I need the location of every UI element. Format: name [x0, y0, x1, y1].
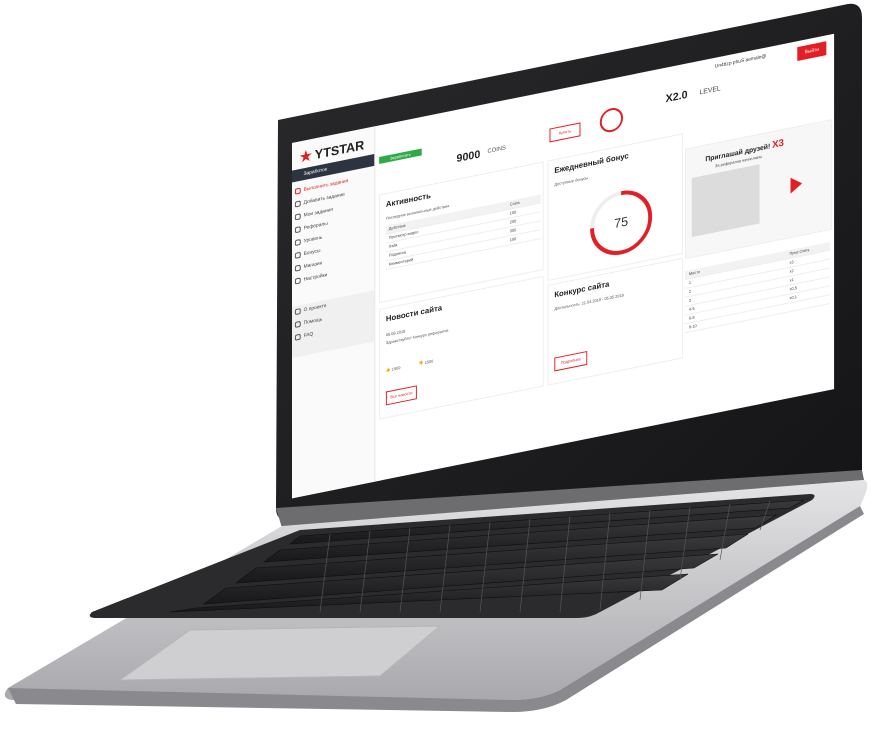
- bonus-title: Ежедневный бонус: [554, 151, 629, 176]
- bonus-subtitle: Доступные бонусы: [554, 175, 589, 187]
- buy-level-button[interactable]: Купить: [549, 122, 581, 143]
- like-icon: 👍: [385, 366, 391, 373]
- sidebar-item-label: Уровень: [303, 234, 323, 245]
- header-action: Действие: [388, 222, 406, 232]
- activity-table: Действие Coins Просмотр видео 100 Лайк 200 …: [385, 194, 541, 271]
- news-title: Новости сайта: [385, 303, 443, 324]
- cell-coins: 300: [509, 227, 517, 234]
- sidebar-item-label: О проекте: [303, 302, 327, 314]
- level-icon: [294, 238, 301, 247]
- logout-button[interactable]: Выйти: [797, 41, 827, 61]
- help-icon: [294, 320, 301, 328]
- dislike-icon: 👎: [418, 360, 424, 367]
- header-place: Место: [688, 269, 701, 277]
- laptop-scene: ★ YTSTAR Заработок Выполнить задания Доб…: [0, 0, 877, 734]
- cell-action: Подписка: [388, 249, 407, 258]
- question-icon: [294, 333, 301, 341]
- sidebar-item-label: Помощь: [303, 316, 323, 327]
- info-icon: [294, 308, 301, 316]
- sidebar-item-label: Настройки: [303, 272, 328, 283]
- user-name[interactable]: Un4ttzp phuS aemaln@: [715, 53, 766, 69]
- bonus-value: 75: [614, 213, 629, 232]
- sidebar-lower: О проекте Помощь FAQ: [292, 290, 375, 359]
- cell-prize: x2: [789, 267, 794, 274]
- promo-screenshot: [691, 164, 760, 238]
- likes-count: 1500: [391, 364, 401, 372]
- sidebar-item-label: Рефералы: [303, 220, 328, 232]
- referral-promo[interactable]: Приглашай друзей! X3 За рефералов начисл…: [685, 119, 833, 260]
- bonus-card: Ежедневный бонус Доступные бонусы 75: [547, 133, 684, 282]
- all-news-button[interactable]: Все новости: [385, 385, 417, 406]
- cell-place: 9-10: [688, 323, 697, 330]
- cell-action: Лайк: [388, 242, 398, 249]
- cell-coins: 100: [509, 236, 517, 243]
- cell-place: 2: [688, 288, 692, 295]
- cell-place: 1: [688, 279, 692, 286]
- cell-place: 6-8: [688, 314, 695, 321]
- tasks-icon: [294, 187, 301, 195]
- contest-table: Место Приз Coins 1 x3 2 x2 3 x1 4-5 x0,5 6-8 x…: [685, 241, 831, 334]
- sidebar-nav: Выполнить задания Добавить задание Мои з…: [292, 170, 374, 289]
- list-icon: [294, 213, 301, 221]
- cell-prize: x1: [789, 276, 794, 283]
- cell-coins: 100: [509, 209, 517, 216]
- gear-icon: [294, 277, 301, 285]
- sidebar-item-label: Бонусы: [303, 247, 321, 258]
- cell-place: 3: [688, 297, 692, 303]
- users-icon: [294, 226, 301, 234]
- play-icon[interactable]: [790, 175, 803, 194]
- cell-place: 4-5: [688, 305, 695, 312]
- activity-title: Активность: [385, 191, 431, 209]
- shop-icon: [294, 264, 301, 272]
- sidebar: ★ YTSTAR Заработок Выполнить задания Доб…: [292, 126, 376, 499]
- promo-multiplier: X3: [772, 137, 784, 151]
- news-dislikes[interactable]: 👎 1500: [419, 358, 434, 366]
- add-icon: [294, 200, 301, 208]
- dislikes-count: 1500: [424, 358, 434, 365]
- sidebar-item-label: Магазин: [303, 260, 323, 270]
- sidebar-item-label: FAQ: [303, 331, 314, 340]
- speedometer-icon: [599, 105, 624, 135]
- coins-value: 9000: [456, 148, 481, 166]
- news-likes[interactable]: 👍 1500: [386, 365, 401, 373]
- star-icon: ★: [299, 146, 312, 166]
- gift-icon: [294, 251, 301, 259]
- coins-label: COINS: [487, 145, 506, 155]
- cell-prize: x3: [789, 259, 794, 265]
- cell-coins: 200: [509, 218, 517, 225]
- details-button[interactable]: Подробнее: [554, 351, 588, 372]
